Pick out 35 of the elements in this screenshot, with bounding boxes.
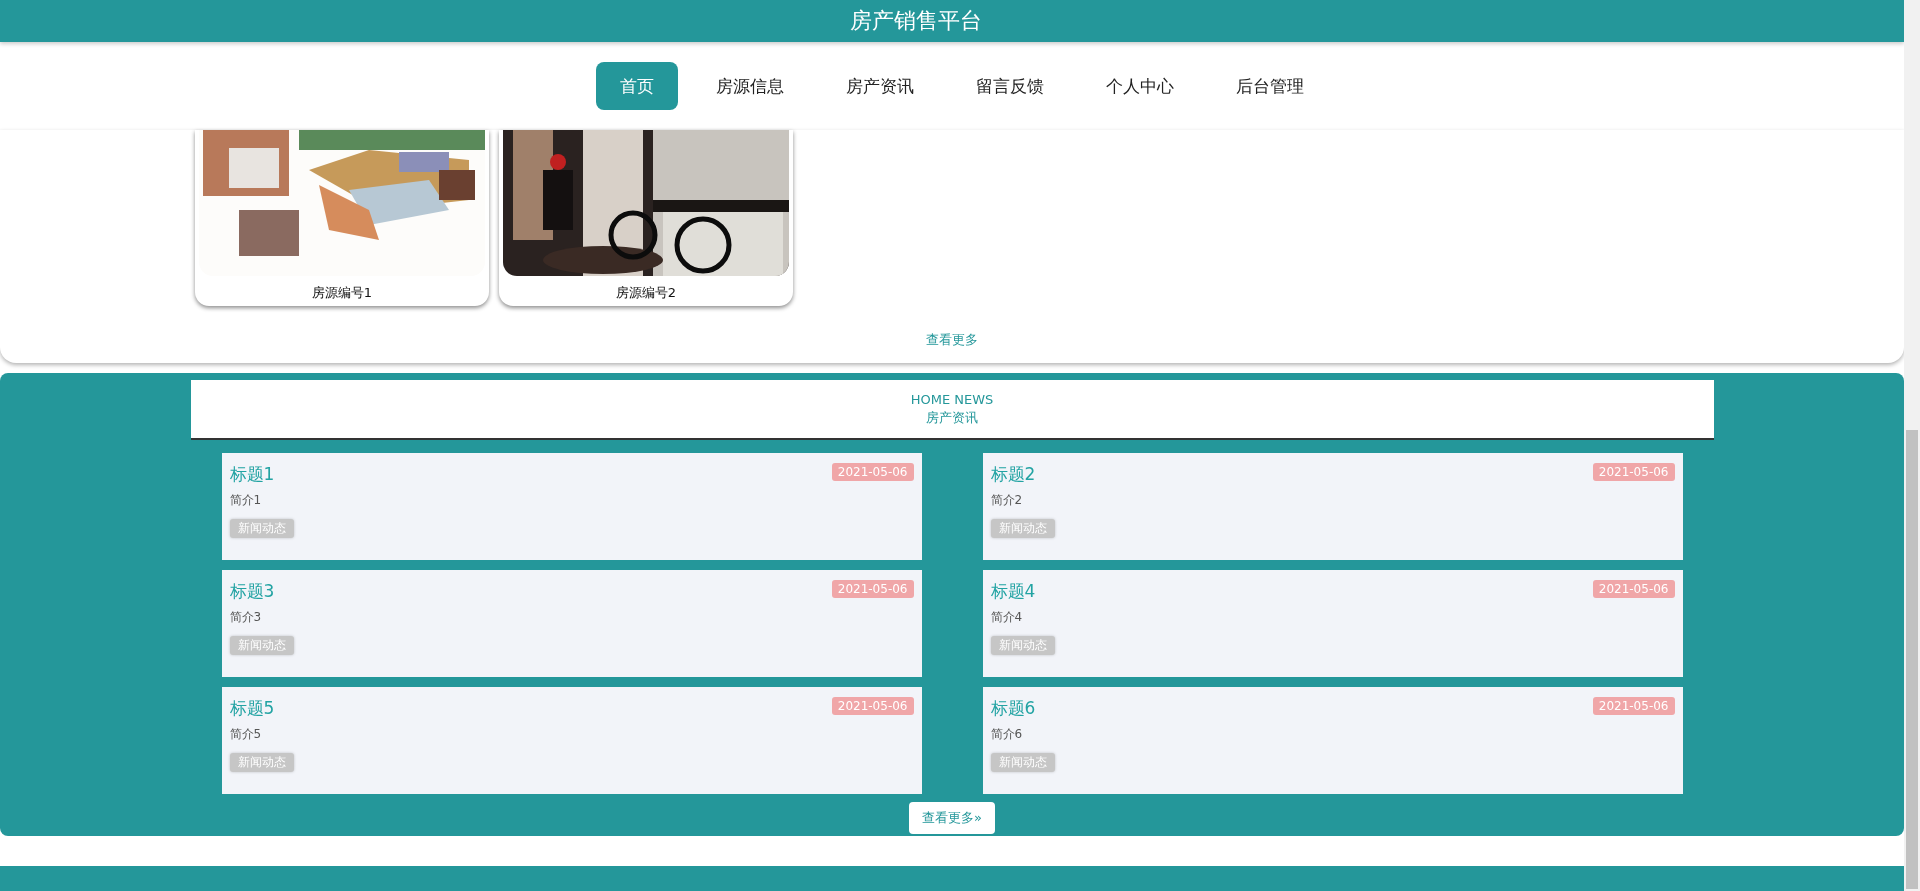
news-title: 标题1 bbox=[229, 463, 275, 486]
news-date: 2021-05-06 bbox=[831, 463, 914, 481]
news-date: 2021-05-06 bbox=[831, 580, 914, 598]
nav-tab[interactable]: 个人中心 bbox=[1082, 62, 1198, 110]
house-caption: 房源编号1 bbox=[311, 284, 373, 302]
nav-tab[interactable]: 后台管理 bbox=[1212, 62, 1328, 110]
news-intro: 简介2 bbox=[990, 492, 1023, 509]
nav-tab[interactable]: 房源信息 bbox=[692, 62, 808, 110]
news-date: 2021-05-06 bbox=[1592, 463, 1675, 481]
news-title: 标题5 bbox=[229, 697, 275, 720]
news-date: 2021-05-06 bbox=[1592, 580, 1675, 598]
house-caption: 房源编号2 bbox=[615, 284, 677, 302]
news-intro: 简介5 bbox=[229, 726, 262, 743]
more-link[interactable]: 查看更多 bbox=[926, 331, 978, 349]
news-title: 标题6 bbox=[990, 697, 1036, 720]
section-title: 房产资讯 bbox=[926, 408, 978, 427]
scrollbar-thumb[interactable] bbox=[1906, 430, 1918, 889]
news-title: 标题4 bbox=[990, 580, 1036, 603]
nav-tab[interactable]: 留言反馈 bbox=[952, 62, 1068, 110]
news-date: 2021-05-06 bbox=[831, 697, 914, 715]
news-intro: 简介6 bbox=[990, 726, 1023, 743]
more-button[interactable]: 查看更多» bbox=[909, 802, 995, 834]
house-card[interactable]: 房源编号2 bbox=[499, 130, 793, 306]
news-title: 标题3 bbox=[229, 580, 275, 603]
news-date: 2021-05-06 bbox=[1592, 697, 1675, 715]
house-card[interactable]: 房源编号1 bbox=[195, 130, 489, 306]
news-intro: 简介1 bbox=[229, 492, 262, 509]
news-intro: 简介3 bbox=[229, 609, 262, 626]
news-intro: 简介4 bbox=[990, 609, 1023, 626]
site-title: 房产销售平台 bbox=[850, 7, 982, 35]
section-subtitle: HOME NEWS bbox=[910, 391, 994, 407]
nav-tab[interactable]: 房产资讯 bbox=[822, 62, 938, 110]
scrollbar[interactable] bbox=[1904, 0, 1920, 891]
nav-tab[interactable]: 首页 bbox=[596, 62, 678, 110]
news-title: 标题2 bbox=[990, 463, 1036, 486]
